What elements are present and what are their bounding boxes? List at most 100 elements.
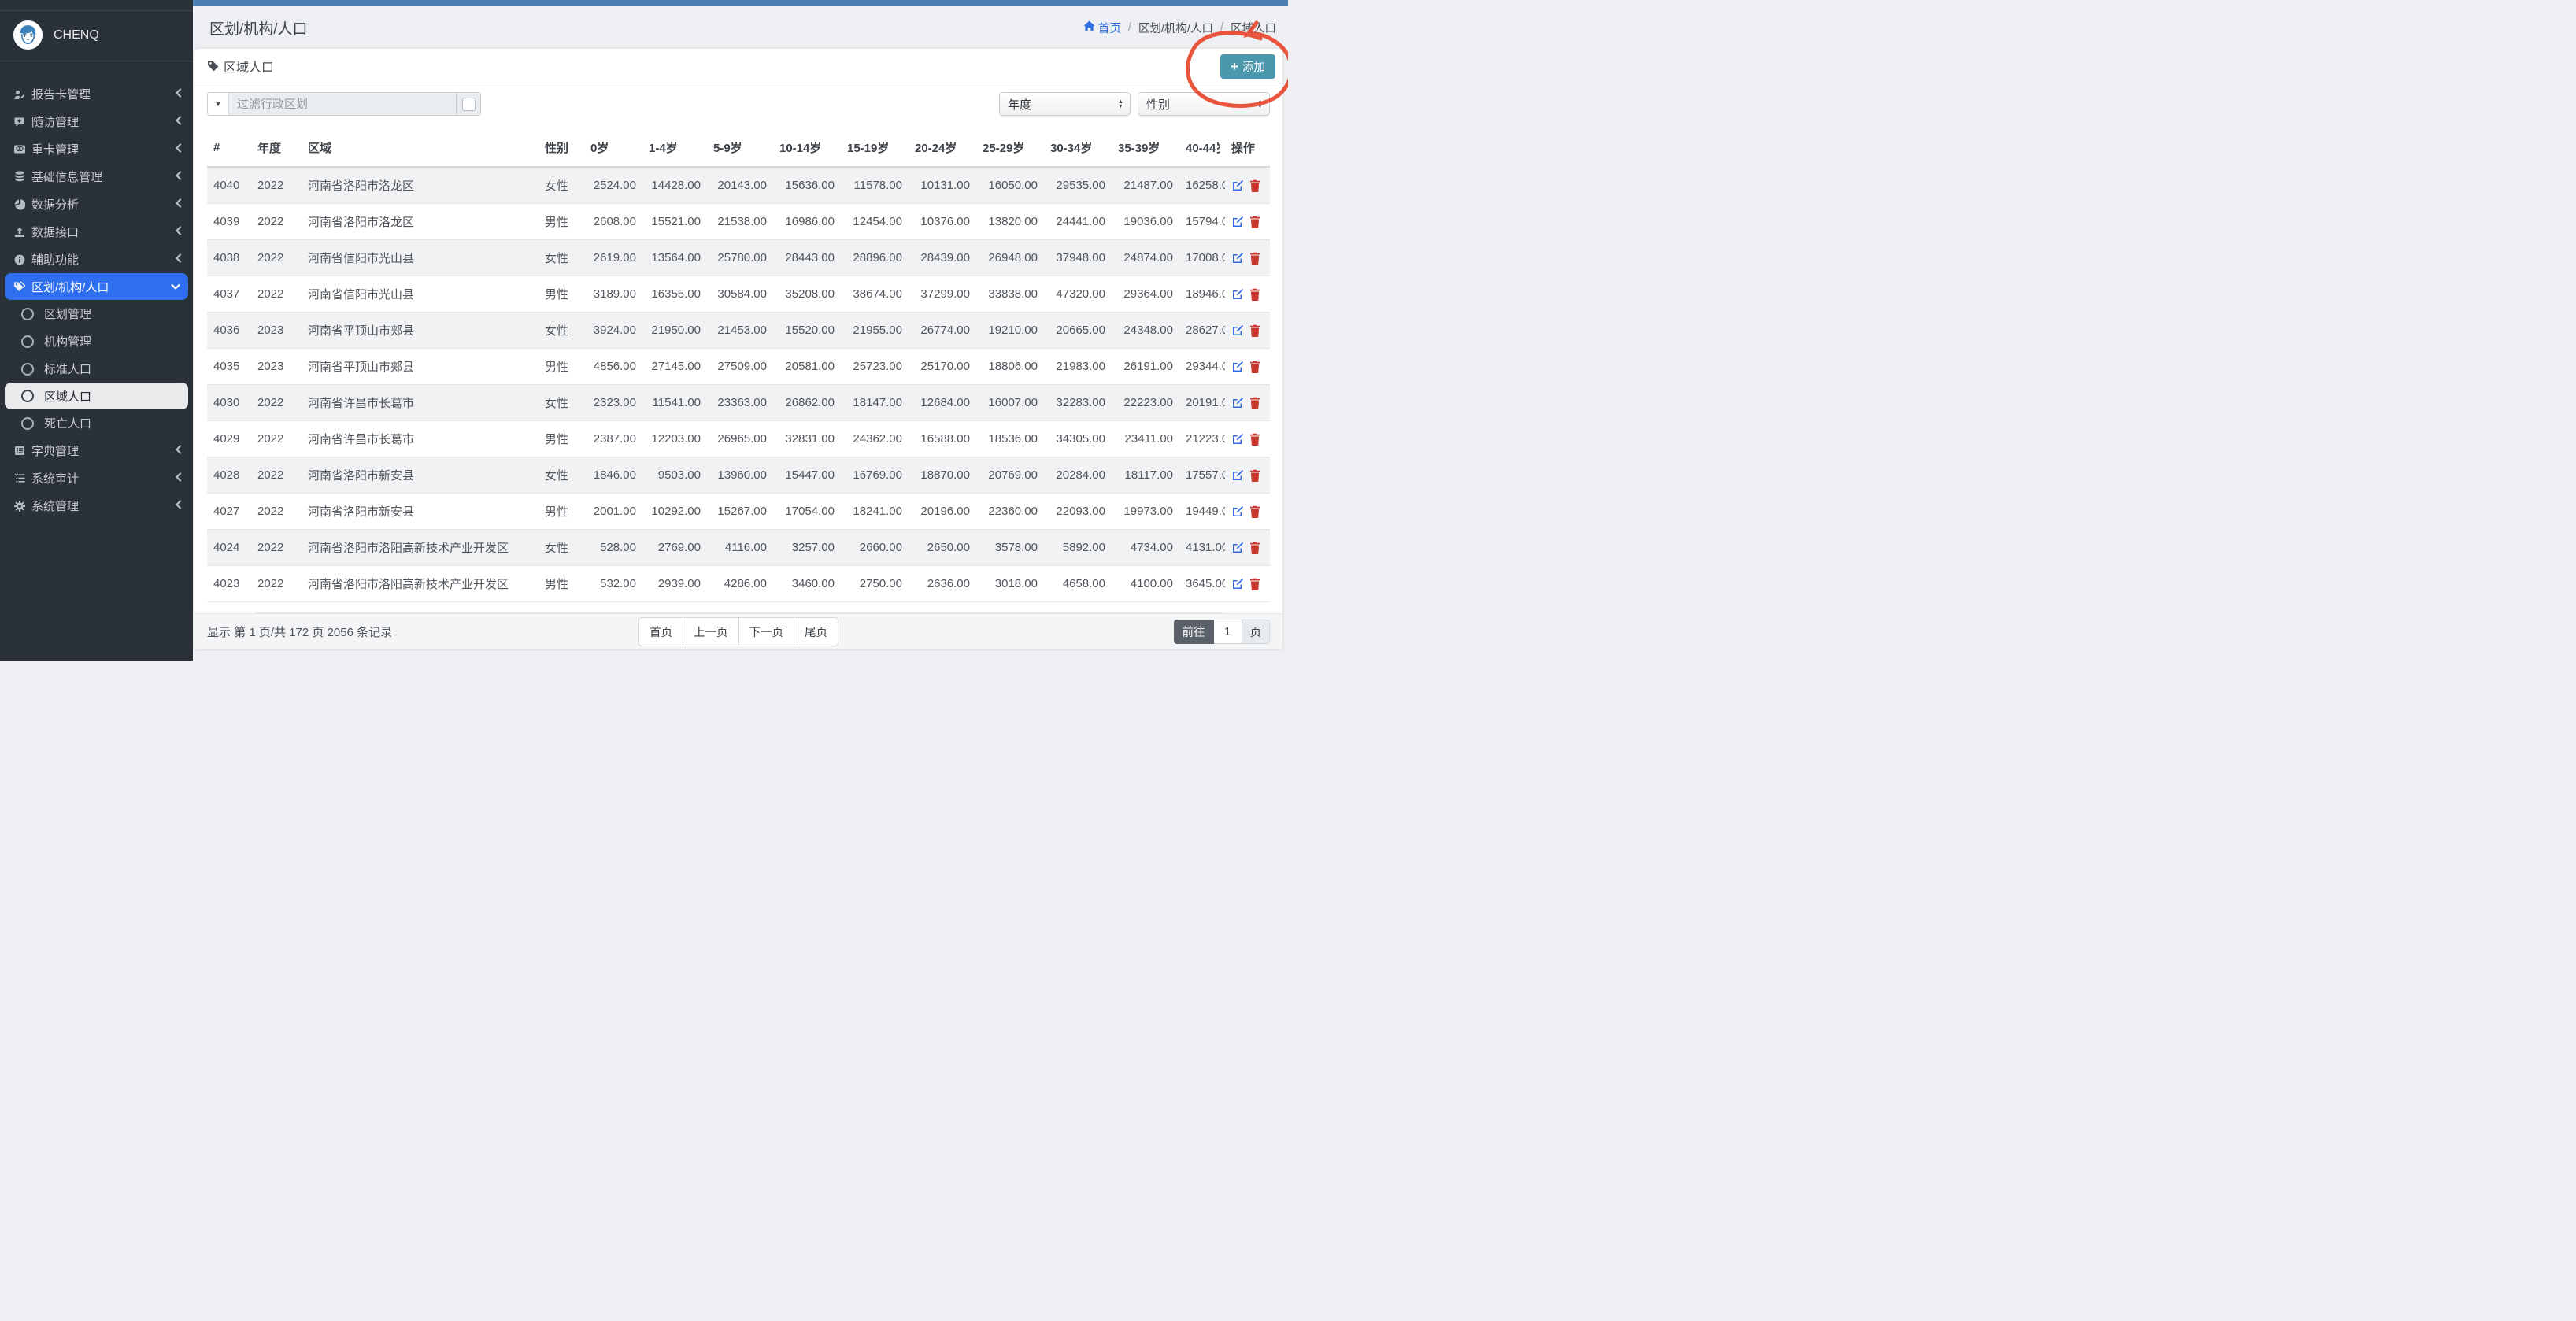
cell-age25-29: 19210.00 xyxy=(976,313,1044,349)
info-circle-icon xyxy=(13,253,26,265)
delete-icon[interactable] xyxy=(1249,324,1260,337)
cell-age40-44: 28627.00 xyxy=(1179,313,1225,349)
sidebar-item-aux-functions[interactable]: 辅助功能 xyxy=(0,246,193,273)
add-button[interactable]: + 添加 xyxy=(1220,54,1275,79)
chevron-down-icon xyxy=(171,280,180,294)
sidebar-item-duplicate-card[interactable]: 重卡管理 xyxy=(0,135,193,163)
panel-header: 区域人口 + 添加 xyxy=(194,49,1282,83)
cell-region: 河南省洛阳市新安县 xyxy=(302,494,539,530)
sidebar-item-system-mgmt[interactable]: 系统管理 xyxy=(0,492,193,520)
edit-icon[interactable] xyxy=(1231,578,1244,590)
first-page-button[interactable]: 首页 xyxy=(638,617,683,646)
delete-icon[interactable] xyxy=(1249,288,1260,301)
circle-icon xyxy=(21,335,34,348)
edit-icon[interactable] xyxy=(1231,288,1244,301)
cell-age40-44: 3645.00 xyxy=(1179,566,1225,602)
next-page-button[interactable]: 下一页 xyxy=(738,617,795,646)
goto-page-input[interactable] xyxy=(1214,620,1242,644)
delete-icon[interactable] xyxy=(1249,469,1260,482)
sidebar-item-report-card[interactable]: 报告卡管理 xyxy=(0,80,193,108)
delete-icon[interactable] xyxy=(1249,397,1260,409)
circle-icon xyxy=(21,363,34,376)
sidebar-subitem-regional-population[interactable]: 区域人口 xyxy=(5,383,188,409)
cell-age35-39: 26191.00 xyxy=(1112,349,1179,385)
region-filter-group: ▼ xyxy=(207,92,481,116)
edit-icon[interactable] xyxy=(1231,361,1244,373)
edit-icon[interactable] xyxy=(1231,505,1244,518)
col-header-age30-34: 30-34岁 xyxy=(1044,129,1112,167)
cell-age1-4: 2769.00 xyxy=(642,530,707,566)
col-header-age15-19: 15-19岁 xyxy=(841,129,909,167)
col-header-year: 年度 xyxy=(251,129,302,167)
sidebar-item-label: 报告卡管理 xyxy=(31,86,175,102)
edit-icon[interactable] xyxy=(1231,433,1244,446)
cell-age40-44: 29344.00 xyxy=(1179,349,1225,385)
edit-icon[interactable] xyxy=(1231,469,1244,482)
cell-age20-24: 20196.00 xyxy=(909,494,976,530)
table-row: 4038 2022 河南省信阳市光山县 女性 2619.00 13564.00 … xyxy=(207,240,1270,276)
cell-region: 河南省洛阳市洛阳高新技术产业开发区 xyxy=(302,530,539,566)
sidebar-item-dictionary[interactable]: 字典管理 xyxy=(0,437,193,464)
dictionary-icon xyxy=(13,445,26,457)
cell-actions xyxy=(1225,240,1270,276)
region-filter-checkbox[interactable] xyxy=(462,98,476,111)
last-page-button[interactable]: 尾页 xyxy=(794,617,838,646)
cell-region: 河南省信阳市光山县 xyxy=(302,276,539,313)
cell-age20-24: 12684.00 xyxy=(909,385,976,421)
edit-icon[interactable] xyxy=(1231,542,1244,554)
edit-icon[interactable] xyxy=(1231,252,1244,265)
sidebar-item-followup[interactable]: 随访管理 xyxy=(0,108,193,135)
chevron-left-icon xyxy=(175,444,182,457)
delete-icon[interactable] xyxy=(1249,542,1260,554)
region-filter-input[interactable] xyxy=(229,93,456,115)
delete-icon[interactable] xyxy=(1249,179,1260,192)
cell-age30-34: 24441.00 xyxy=(1044,204,1112,240)
table-row: 4035 2023 河南省平顶山市郏县 男性 4856.00 27145.00 … xyxy=(207,349,1270,385)
regional-population-panel: 区域人口 + 添加 ▼ 年度 xyxy=(194,49,1282,649)
sidebar-item-data-analysis[interactable]: 数据分析 xyxy=(0,191,193,218)
cell-age20-24: 28439.00 xyxy=(909,240,976,276)
cell-year: 2022 xyxy=(251,385,302,421)
col-header-age1-4: 1-4岁 xyxy=(642,129,707,167)
sidebar-item-system-audit[interactable]: 系统审计 xyxy=(0,464,193,492)
sidebar-subitem-standard-population[interactable]: 标准人口 xyxy=(0,355,193,383)
delete-icon[interactable] xyxy=(1249,216,1260,228)
col-header-index: # xyxy=(207,129,251,167)
cell-age25-29: 20769.00 xyxy=(976,457,1044,494)
delete-icon[interactable] xyxy=(1249,361,1260,373)
gender-select[interactable]: 性别 ▲▼ xyxy=(1138,92,1270,116)
sidebar-item-region-org-population[interactable]: 区划/机构/人口 xyxy=(5,273,188,300)
cell-age20-24: 26774.00 xyxy=(909,313,976,349)
cell-age10-14: 15447.00 xyxy=(773,457,841,494)
sidebar-subitem-death-population[interactable]: 死亡人口 xyxy=(0,409,193,437)
cell-gender: 女性 xyxy=(539,385,584,421)
delete-icon[interactable] xyxy=(1249,433,1260,446)
cell-age0: 3189.00 xyxy=(584,276,642,313)
year-select[interactable]: 年度 ▲▼ xyxy=(999,92,1131,116)
cell-age0: 2323.00 xyxy=(584,385,642,421)
sidebar-item-label: 数据分析 xyxy=(31,196,175,213)
prev-page-button[interactable]: 上一页 xyxy=(683,617,739,646)
edit-icon[interactable] xyxy=(1231,216,1244,228)
edit-icon[interactable] xyxy=(1231,324,1244,337)
sidebar-subitem-district-mgmt[interactable]: 区划管理 xyxy=(0,300,193,327)
cell-gender: 女性 xyxy=(539,313,584,349)
cell-age25-29: 3578.00 xyxy=(976,530,1044,566)
delete-icon[interactable] xyxy=(1249,505,1260,518)
cell-actions xyxy=(1225,313,1270,349)
delete-icon[interactable] xyxy=(1249,252,1260,265)
delete-icon[interactable] xyxy=(1249,578,1260,590)
database-icon xyxy=(13,171,26,183)
region-filter-dropdown-button[interactable]: ▼ xyxy=(208,93,229,115)
table-row: 4037 2022 河南省信阳市光山县 男性 3189.00 16355.00 … xyxy=(207,276,1270,313)
sidebar-item-base-info[interactable]: 基础信息管理 xyxy=(0,163,193,191)
breadcrumb-home-link[interactable]: 首页 xyxy=(1083,20,1121,36)
sidebar-subitem-org-mgmt[interactable]: 机构管理 xyxy=(0,327,193,355)
sidebar-item-data-interface[interactable]: 数据接口 xyxy=(0,218,193,246)
cell-age30-34: 5892.00 xyxy=(1044,530,1112,566)
cell-region: 河南省洛阳市洛阳高新技术产业开发区 xyxy=(302,566,539,602)
edit-icon[interactable] xyxy=(1231,397,1244,409)
select-arrows-icon: ▲▼ xyxy=(1257,99,1263,109)
edit-icon[interactable] xyxy=(1231,179,1244,192)
cell-age20-24: 16588.00 xyxy=(909,421,976,457)
